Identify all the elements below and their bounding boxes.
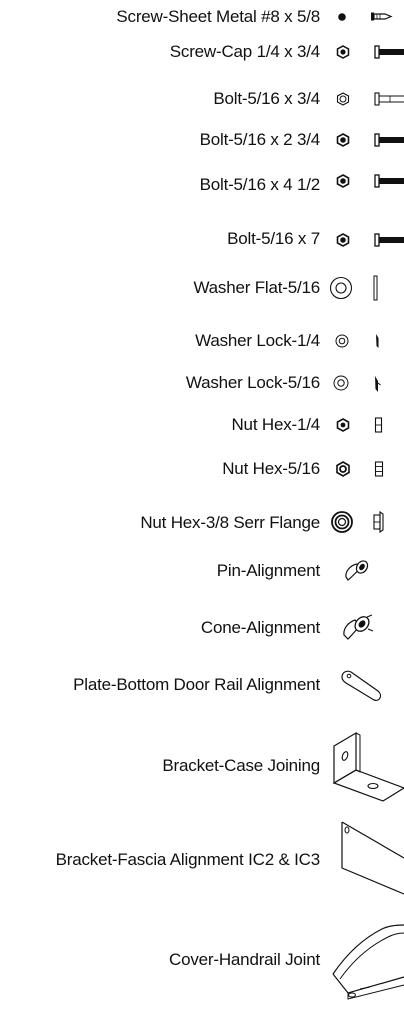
fascia-bracket-icon (341, 821, 404, 895)
flange-nut-icon (331, 511, 353, 533)
hex-nut-icon (336, 418, 350, 432)
part-label: Bolt-5/16 x 2 3/4 (199, 130, 321, 149)
part-label: Bracket-Case Joining (162, 756, 320, 775)
bolt-icon (374, 174, 404, 188)
parts-list-row: Bolt-5/16 x 2 3/4 (0, 129, 404, 151)
part-label: Bolt-5/16 x 7 (227, 229, 320, 248)
parts-list-row: Screw-Cap 1/4 x 3/4 (0, 41, 404, 63)
parts-list-row: Bolt-5/16 x 7 (0, 228, 404, 250)
hex-head-icon (336, 174, 350, 188)
lock-washer-icon (333, 375, 349, 391)
parts-list-row: Screw-Sheet Metal #8 x 5/8 (0, 6, 404, 28)
flat-washer-icon (329, 276, 353, 300)
part-label: Bolt-5/16 x 3/4 (213, 89, 320, 108)
hex-head-icon (336, 92, 350, 106)
cap-screw-icon (374, 45, 404, 59)
part-label: Bracket-Fascia Alignment IC2 & IC3 (55, 850, 321, 869)
part-label: Nut Hex-5/16 (222, 459, 320, 478)
short-bolt-icon (374, 92, 404, 106)
flange-nut-side-icon (373, 510, 384, 534)
part-label: Plate-Bottom Door Rail Alignment (73, 675, 320, 694)
hex-head-icon (336, 45, 350, 59)
sheet-metal-screw-icon (371, 12, 393, 21)
hex-head-icon (336, 233, 350, 247)
part-label: Cone-Alignment (200, 618, 320, 637)
handrail-cover-icon (332, 924, 404, 1000)
parts-list-row: Bolt-5/16 x 3/4 (0, 88, 404, 110)
hex-nut-side-icon (374, 417, 383, 433)
washer-side-icon (373, 275, 378, 301)
part-label: Bolt-5/16 x 4 1/2 (199, 175, 321, 194)
hex-head-icon (336, 133, 350, 147)
part-label: Washer Lock-5/16 (185, 373, 320, 392)
part-label: Screw-Sheet Metal #8 x 5/8 (116, 7, 320, 26)
parts-list-row: Bracket-Fascia Alignment IC2 & IC3 (0, 818, 404, 896)
dot-icon (338, 13, 346, 21)
hex-nut-icon (336, 461, 350, 477)
part-label: Washer Lock-1/4 (195, 331, 320, 350)
parts-list-row: Bolt-5/16 x 4 1/2 (0, 172, 404, 194)
parts-list-row: Cover-Handrail Joint (0, 917, 404, 1015)
parts-list-row: Bracket-Case Joining (0, 730, 404, 802)
bolt-icon (374, 233, 404, 247)
parts-list-row: Nut Hex-1/4 (0, 414, 404, 436)
parts-list-row: Plate-Bottom Door Rail Alignment (0, 669, 404, 703)
bolt-icon (374, 133, 404, 147)
parts-list-row: Nut Hex-3/8 Serr Flange (0, 510, 404, 536)
lock-washer-side-icon (376, 334, 379, 348)
part-label: Cover-Handrail Joint (169, 950, 320, 969)
parts-list-row: Nut Hex-5/16 (0, 458, 404, 480)
lock-washer-icon (335, 334, 349, 348)
alignment-cone-icon (343, 614, 374, 640)
parts-list-row: Washer Lock-5/16 (0, 372, 404, 394)
part-label: Nut Hex-3/8 Serr Flange (140, 513, 320, 532)
part-label: Screw-Cap 1/4 x 3/4 (169, 42, 320, 61)
lock-washer-side-icon (375, 376, 381, 392)
part-label: Washer Flat-5/16 (193, 278, 320, 297)
part-label: Pin-Alignment (216, 561, 320, 580)
part-label: Nut Hex-1/4 (231, 415, 320, 434)
alignment-pin-icon (345, 560, 369, 581)
parts-list-row: Washer Flat-5/16 (0, 275, 404, 301)
parts-list-row: Pin-Alignment (0, 557, 404, 585)
parts-list-row: Washer Lock-1/4 (0, 330, 404, 352)
alignment-plate-icon (341, 670, 382, 701)
joining-bracket-icon (332, 731, 404, 802)
hex-nut-side-icon (374, 461, 384, 477)
parts-list-row: Cone-Alignment (0, 613, 404, 645)
